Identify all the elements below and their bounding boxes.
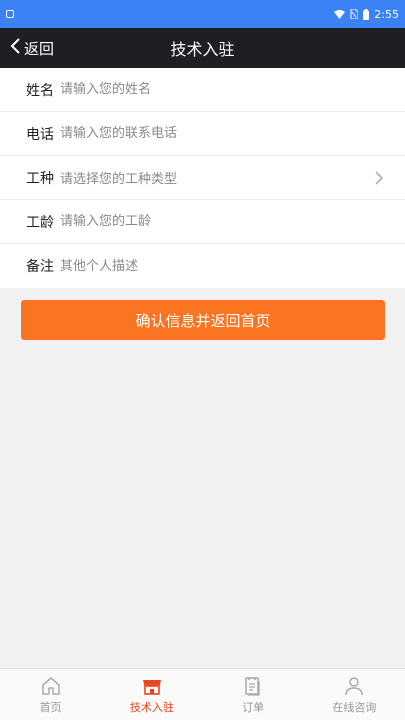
top-navbar: 返回 技术入驻 [0,28,405,68]
tab-tech-join-label: 技术入驻 [129,700,174,714]
work-years-row: 工龄 [0,200,405,244]
job-type-label: 工种 [26,170,54,187]
wifi-icon [334,9,346,19]
tab-orders-label: 订单 [242,700,265,714]
tab-orders[interactable]: 订单 [203,669,304,720]
tab-home[interactable]: 首页 [0,669,101,720]
job-type-row[interactable]: 工种 请选择您的工种类型 [0,156,405,200]
application-form: 姓名 电话 工种 请选择您的工种类型 工龄 备注 [0,68,405,288]
phone-label: 电话 [26,126,54,143]
order-list-icon [242,675,264,697]
bottom-tab-bar: 首页 技术入驻 订单 在线咨询 [0,668,405,720]
phone-input[interactable] [60,118,405,149]
tab-tech-join[interactable]: 技术入驻 [101,669,202,720]
no-sim-icon [350,9,359,19]
tab-home-label: 首页 [39,700,62,714]
tab-online-consult-label: 在线咨询 [332,700,377,714]
home-icon [40,675,62,697]
remark-row: 备注 [0,244,405,288]
work-years-input[interactable] [60,206,405,237]
page-title: 技术入驻 [170,40,235,59]
back-label: 返回 [24,39,55,58]
confirm-and-return-button[interactable]: 确认信息并返回首页 [21,300,385,340]
name-input[interactable] [60,74,405,105]
chevron-right-icon [371,170,387,186]
battery-icon [363,8,370,20]
chevron-left-icon [10,37,22,59]
status-time: 2:55 [374,7,399,21]
storefront-icon [141,675,163,697]
tab-online-consult[interactable]: 在线咨询 [304,669,405,720]
work-years-label: 工龄 [26,214,54,231]
person-icon [343,675,365,697]
job-type-select[interactable]: 请选择您的工种类型 [60,168,405,187]
name-row: 姓名 [0,68,405,112]
back-button[interactable]: 返回 [10,28,54,68]
remark-input[interactable] [60,251,405,281]
status-bar: 2:55 [0,0,405,28]
app-notification-icon [6,10,14,18]
remark-label: 备注 [26,259,54,275]
phone-row: 电话 [0,112,405,156]
name-label: 姓名 [26,82,54,99]
